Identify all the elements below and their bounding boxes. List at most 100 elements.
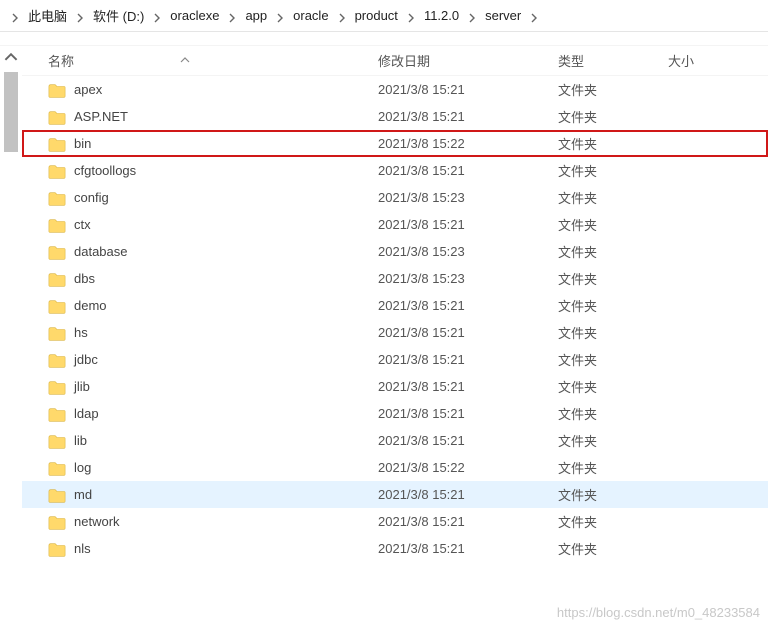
cell-name: dbs: [48, 271, 378, 286]
folder-icon: [48, 380, 66, 394]
cell-name: ASP.NET: [48, 109, 378, 124]
cell-type: 文件夹: [558, 134, 668, 153]
cell-name: md: [48, 487, 378, 502]
file-row[interactable]: dbs2021/3/8 15:23文件夹: [22, 265, 768, 292]
chevron-right-icon[interactable]: [10, 11, 20, 21]
file-row[interactable]: jdbc 2021/3/8 15:21文件夹: [22, 346, 768, 373]
column-date-label: 修改日期: [378, 54, 430, 69]
cell-type: 文件夹: [558, 377, 668, 396]
breadcrumb-item[interactable]: oracle: [289, 4, 332, 28]
file-name: database: [74, 244, 128, 259]
file-row[interactable]: ASP.NET2021/3/8 15:21文件夹: [22, 103, 768, 130]
chevron-right-icon[interactable]: [227, 11, 237, 21]
chevron-right-icon[interactable]: [406, 11, 416, 21]
cell-name: cfgtoollogs: [48, 163, 378, 178]
breadcrumb-item[interactable]: 11.2.0: [420, 4, 463, 28]
nav-scrollbar[interactable]: [0, 46, 22, 626]
file-name: apex: [74, 82, 102, 97]
file-row[interactable]: ctx2021/3/8 15:21文件夹: [22, 211, 768, 238]
folder-icon: [48, 515, 66, 529]
chevron-right-icon[interactable]: [467, 11, 477, 21]
file-name: config: [74, 190, 109, 205]
breadcrumb-item[interactable]: oraclexe: [166, 4, 223, 28]
cell-name: hs: [48, 325, 378, 340]
cell-date: 2021/3/8 15:21: [378, 163, 558, 178]
chevron-right-icon[interactable]: [275, 11, 285, 21]
file-name: ASP.NET: [74, 109, 128, 124]
chevron-right-icon[interactable]: [337, 11, 347, 21]
cell-date: 2021/3/8 15:21: [378, 487, 558, 502]
file-name: nls: [74, 541, 91, 556]
file-name: ldap: [74, 406, 99, 421]
cell-date: 2021/3/8 15:21: [378, 433, 558, 448]
breadcrumb-item[interactable]: 软件 (D:): [89, 4, 148, 28]
file-row[interactable]: md2021/3/8 15:21文件夹: [22, 481, 768, 508]
file-row[interactable]: jlib2021/3/8 15:21文件夹: [22, 373, 768, 400]
cell-date: 2021/3/8 15:21: [378, 514, 558, 529]
column-header-name[interactable]: 名称: [48, 51, 378, 70]
breadcrumb[interactable]: 此电脑软件 (D:) oraclexe app oracle product 11.2.0…: [0, 0, 768, 32]
column-header-type[interactable]: 类型: [558, 51, 668, 70]
cell-name: bin: [48, 136, 378, 151]
folder-icon: [48, 272, 66, 286]
file-name: hs: [74, 325, 88, 340]
folder-icon: [48, 461, 66, 475]
cell-type: 文件夹: [558, 296, 668, 315]
cell-name: network: [48, 514, 378, 529]
cell-type: 文件夹: [558, 107, 668, 126]
breadcrumb-item[interactable]: 此电脑: [24, 4, 71, 28]
file-row[interactable]: demo2021/3/8 15:21文件夹: [22, 292, 768, 319]
file-row[interactable]: ldap 2021/3/8 15:21文件夹: [22, 400, 768, 427]
cell-type: 文件夹: [558, 431, 668, 450]
folder-icon: [48, 83, 66, 97]
breadcrumb-item[interactable]: product: [351, 4, 402, 28]
file-row[interactable]: nls2021/3/8 15:21文件夹: [22, 535, 768, 562]
folder-icon: [48, 110, 66, 124]
cell-type: 文件夹: [558, 485, 668, 504]
cell-date: 2021/3/8 15:21: [378, 406, 558, 421]
file-row[interactable]: log2021/3/8 15:22文件夹: [22, 454, 768, 481]
breadcrumb-item[interactable]: app: [241, 4, 271, 28]
column-type-label: 类型: [558, 54, 584, 69]
file-row[interactable]: database2021/3/8 15:23文件夹: [22, 238, 768, 265]
main-area: 名称 修改日期 类型 大小 apex2021/3/8 15:21文件夹ASP.N…: [0, 46, 768, 626]
cell-date: 2021/3/8 15:23: [378, 190, 558, 205]
cell-type: 文件夹: [558, 242, 668, 261]
file-row[interactable]: apex2021/3/8 15:21文件夹: [22, 76, 768, 103]
scroll-thumb[interactable]: [4, 72, 18, 152]
chevron-right-icon[interactable]: [152, 11, 162, 21]
file-name: jdbc: [74, 352, 98, 367]
file-row[interactable]: network2021/3/8 15:21文件夹: [22, 508, 768, 535]
column-header-date[interactable]: 修改日期: [378, 51, 558, 70]
file-row[interactable]: config2021/3/8 15:23文件夹: [22, 184, 768, 211]
cell-type: 文件夹: [558, 161, 668, 180]
file-row[interactable]: lib2021/3/8 15:21文件夹: [22, 427, 768, 454]
cell-name: ctx: [48, 217, 378, 232]
column-header-size[interactable]: 大小: [668, 51, 768, 70]
cell-name: config: [48, 190, 378, 205]
cell-name: ldap: [48, 406, 378, 421]
cell-type: 文件夹: [558, 80, 668, 99]
sort-asc-icon: [180, 53, 190, 68]
file-name: dbs: [74, 271, 95, 286]
chevron-right-icon[interactable]: [529, 11, 539, 21]
file-name: network: [74, 514, 120, 529]
folder-icon: [48, 542, 66, 556]
cell-type: 文件夹: [558, 404, 668, 423]
cell-type: 文件夹: [558, 350, 668, 369]
column-size-label: 大小: [668, 54, 694, 69]
chevron-right-icon[interactable]: [75, 11, 85, 21]
cell-date: 2021/3/8 15:22: [378, 136, 558, 151]
breadcrumb-item[interactable]: server: [481, 4, 525, 28]
cell-type: 文件夹: [558, 269, 668, 288]
cell-date: 2021/3/8 15:22: [378, 460, 558, 475]
scroll-up-icon[interactable]: [4, 50, 18, 64]
cell-date: 2021/3/8 15:21: [378, 352, 558, 367]
column-name-label: 名称: [48, 51, 74, 70]
cell-name: demo: [48, 298, 378, 313]
file-row[interactable]: cfgtoollogs2021/3/8 15:21文件夹: [22, 157, 768, 184]
file-row[interactable]: hs2021/3/8 15:21文件夹: [22, 319, 768, 346]
file-row[interactable]: bin2021/3/8 15:22文件夹: [22, 130, 768, 157]
column-headers[interactable]: 名称 修改日期 类型 大小: [22, 46, 768, 76]
folder-icon: [48, 245, 66, 259]
